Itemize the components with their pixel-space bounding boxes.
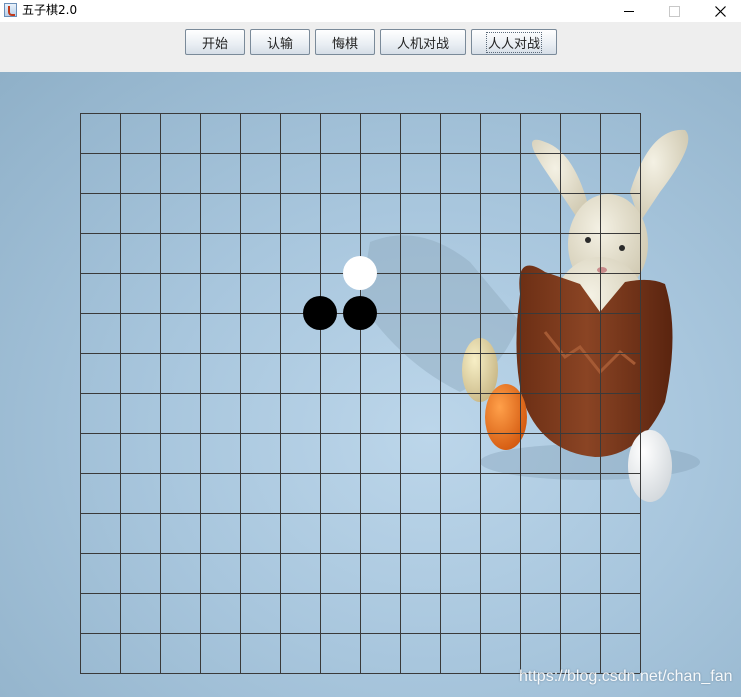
resign-button-label: 认输 xyxy=(266,36,293,52)
minimize-icon xyxy=(624,10,634,12)
black-stone xyxy=(303,296,337,330)
window-title: 五子棋2.0 xyxy=(22,3,78,17)
close-icon xyxy=(714,5,726,17)
toolbar: 开始 认输 悔棋 人机对战 人人对战 xyxy=(0,22,741,72)
undo-button[interactable]: 悔棋 xyxy=(315,29,375,55)
watermark-text: https://blog.csdn.net/chan_fan xyxy=(519,668,733,685)
undo-button-label: 悔棋 xyxy=(331,36,358,52)
start-button[interactable]: 开始 xyxy=(185,29,245,55)
pvp-mode-button-label: 人人对战 xyxy=(485,31,543,53)
start-button-label: 开始 xyxy=(201,36,228,52)
game-board-panel[interactable]: https://blog.csdn.net/chan_fan xyxy=(0,72,741,697)
gomoku-board[interactable] xyxy=(0,72,741,697)
black-stone xyxy=(343,296,377,330)
minimize-button[interactable] xyxy=(606,0,652,22)
maximize-icon xyxy=(668,5,680,17)
pvp-mode-button[interactable]: 人人对战 xyxy=(471,29,557,55)
java-cup-icon xyxy=(4,3,17,17)
white-stone xyxy=(343,256,377,290)
close-button[interactable] xyxy=(697,0,741,22)
title-bar: 五子棋2.0 xyxy=(0,0,741,22)
pve-mode-button-label: 人机对战 xyxy=(396,36,449,52)
maximize-button[interactable] xyxy=(651,0,697,22)
pve-mode-button[interactable]: 人机对战 xyxy=(380,29,466,55)
resign-button[interactable]: 认输 xyxy=(250,29,310,55)
